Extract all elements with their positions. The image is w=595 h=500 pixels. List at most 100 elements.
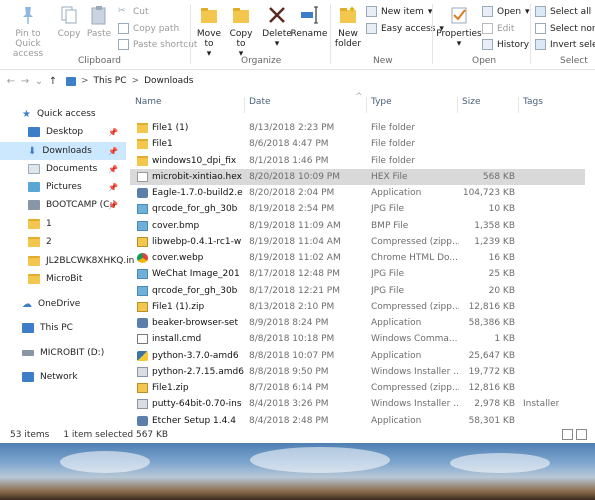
invert-selection-button[interactable]: Invert selection — [535, 39, 595, 50]
sidebar-item-downloads[interactable]: ⬇ Downloads 📌 — [0, 142, 126, 160]
rename-button[interactable]: Rename — [291, 4, 327, 39]
column-header-date[interactable]: Date — [249, 97, 271, 107]
table-row[interactable]: qrcode_for_gh_30b 8/17/2018 12:21 PM JPG F… — [130, 283, 585, 299]
file-type: JPG File — [371, 285, 404, 296]
file-name: putty-64bit-0.70-ins — [152, 399, 242, 410]
up-arrow-icon[interactable]: ↑ — [46, 76, 60, 87]
table-row[interactable]: cover.bmp 8/19/2018 11:09 AM BMP File 1,358… — [130, 218, 585, 234]
table-row[interactable]: WeChat Image_201 8/17/2018 12:48 PM JPG Fi… — [130, 266, 585, 282]
copy-button[interactable]: Copy — [56, 4, 82, 39]
file-date: 8/20/2018 10:09 PM — [249, 171, 340, 182]
open-button[interactable]: Open ▾ — [482, 6, 530, 17]
breadcrumb-this-pc[interactable]: This PC — [94, 76, 127, 86]
table-row[interactable]: qrcode_for_gh_30b 8/19/2018 2:54 PM JPG Fi… — [130, 201, 585, 217]
folder-icon — [28, 256, 40, 266]
paste-button[interactable]: Paste — [86, 4, 112, 39]
breadcrumb-downloads[interactable]: Downloads — [144, 76, 193, 86]
move-to-folder-icon — [198, 4, 220, 26]
file-type: Chrome HTML Do... — [371, 253, 458, 263]
forward-arrow-icon[interactable]: → — [18, 76, 32, 87]
file-size: 1 KB — [494, 334, 515, 345]
file-name: windows10_dpi_fix — [152, 155, 237, 166]
move-to-button[interactable]: Move to ▾ — [194, 4, 224, 59]
sidebar-item-microbit-drive[interactable]: MICROBIT (D:) — [0, 344, 126, 362]
column-header-size[interactable]: Size — [462, 97, 480, 107]
sidebar-item-jl2blcwk8xhkq[interactable]: JL2BLCWK8XHKQ.in — [0, 252, 134, 270]
network-icon — [22, 372, 34, 382]
open-icon — [482, 6, 493, 17]
cmd-icon — [137, 334, 148, 345]
open-group-label: Open — [472, 56, 497, 66]
edit-button[interactable]: Edit — [482, 23, 514, 34]
copy-to-folder-icon — [230, 4, 252, 26]
sidebar-item-microbit[interactable]: MicroBit — [0, 270, 126, 288]
table-row[interactable]: microbit-xintiao.hex 8/20/2018 10:09 PM HE… — [130, 168, 585, 185]
properties-button[interactable]: Properties ▾ — [436, 4, 482, 49]
table-row[interactable]: install.cmd 8/8/2018 10:18 PM Windows Comm… — [130, 331, 585, 347]
select-all-button[interactable]: Select all — [535, 6, 591, 17]
file-date: 8/19/2018 11:02 AM — [249, 253, 341, 263]
large-icons-view-icon[interactable] — [576, 429, 587, 440]
new-item-icon — [366, 6, 377, 17]
sidebar-item-1[interactable]: 1 — [0, 215, 126, 233]
history-button[interactable]: History — [482, 39, 529, 50]
address-bar: ← → ⌄ ↑ > This PC > Downloads — [0, 71, 595, 91]
select-group-label: Select — [560, 56, 588, 66]
sidebar-item-onedrive[interactable]: ☁ OneDrive — [0, 295, 126, 313]
sidebar-item-quick-access[interactable]: ★ Quick access — [0, 105, 126, 123]
file-date: 8/9/2018 8:24 PM — [249, 318, 329, 328]
column-header-type[interactable]: Type — [371, 97, 392, 107]
table-row[interactable]: windows10_dpi_fix 8/1/2018 1:46 PM File fo… — [130, 153, 585, 169]
sidebar-item-2[interactable]: 2 — [0, 233, 126, 251]
delete-button[interactable]: Delete ▾ — [262, 4, 292, 49]
pin-to-quick-access-button[interactable]: Pin to Quick access — [4, 4, 52, 59]
sidebar-item-bootcamp[interactable]: BOOTCAMP (C:) 📌 — [0, 196, 126, 214]
file-type: Application — [371, 350, 422, 361]
back-arrow-icon[interactable]: ← — [4, 76, 18, 87]
file-name: qrcode_for_gh_30b — [152, 285, 238, 296]
properties-check-icon — [448, 4, 470, 26]
table-row[interactable]: File1 (1) 8/13/2018 2:23 PM File folder — [130, 120, 585, 136]
file-date: 8/19/2018 11:09 AM — [249, 220, 341, 231]
sidebar-item-pictures[interactable]: Pictures 📌 — [0, 178, 126, 196]
details-view-icon[interactable] — [562, 429, 573, 440]
copy-path-button[interactable]: Copy path — [118, 23, 179, 34]
file-type: Compressed (zipp... — [371, 383, 459, 393]
table-row[interactable]: python-2.7.15.amd6 8/8/2018 9:50 PM Window… — [130, 364, 585, 380]
table-row[interactable]: cover.webp 8/19/2018 11:02 AM Chrome HTML … — [130, 250, 585, 266]
column-divider — [457, 97, 458, 113]
table-row[interactable]: beaker-browser-set 8/9/2018 8:24 PM Applic… — [130, 315, 585, 331]
recent-dropdown-icon[interactable]: ⌄ — [32, 76, 46, 87]
status-bar: 53 items 1 item selected 567 KB — [0, 426, 595, 443]
python-icon — [137, 350, 148, 361]
file-size: 25,647 KB — [468, 350, 515, 361]
table-row[interactable]: Eagle-1.7.0-build2.e 8/20/2018 2:04 PM App… — [130, 185, 585, 201]
sidebar-item-this-pc[interactable]: This PC — [0, 319, 126, 337]
file-type: Compressed (zipp... — [371, 301, 459, 312]
table-row[interactable]: File1.zip 8/7/2018 6:14 PM Compressed (zip… — [130, 380, 585, 396]
select-none-button[interactable]: Select none — [535, 23, 595, 34]
cut-button[interactable]: ✂ Cut — [118, 6, 149, 17]
file-name: cover.bmp — [152, 220, 200, 231]
paste-shortcut-button[interactable]: Paste shortcut — [118, 39, 197, 50]
select-all-icon — [535, 6, 546, 17]
copy-to-button[interactable]: Copy to ▾ — [226, 4, 256, 59]
table-row[interactable]: putty-64bit-0.70-ins 8/4/2018 3:26 PM Wind… — [130, 396, 585, 412]
table-row[interactable]: libwebp-0.4.1-rc1-w 8/19/2018 11:04 AM Com… — [130, 234, 585, 250]
new-folder-button[interactable]: New folder — [334, 4, 362, 49]
new-folder-icon — [337, 4, 359, 26]
wallpaper-cloud — [450, 453, 550, 473]
sidebar-item-network[interactable]: Network — [0, 368, 126, 386]
sidebar-item-desktop[interactable]: Desktop 📌 — [0, 123, 126, 141]
invert-selection-icon — [535, 39, 546, 50]
table-row[interactable]: File1 (1).zip 8/13/2018 2:10 PM Compressed… — [130, 299, 585, 315]
ribbon-separator — [530, 4, 531, 64]
table-row[interactable]: File1 8/6/2018 4:47 PM File folder — [130, 136, 585, 152]
file-name: File1 — [152, 139, 173, 150]
table-row[interactable]: python-3.7.0-amd6 8/8/2018 10:07 PM Applic… — [130, 348, 585, 364]
new-item-button[interactable]: New item ▾ — [366, 6, 432, 17]
column-header-name[interactable]: Name — [135, 97, 162, 107]
sidebar-item-documents[interactable]: Documents 📌 — [0, 160, 126, 178]
column-header-tags[interactable]: Tags — [523, 97, 543, 107]
file-type: Windows Installer ... — [371, 366, 459, 377]
